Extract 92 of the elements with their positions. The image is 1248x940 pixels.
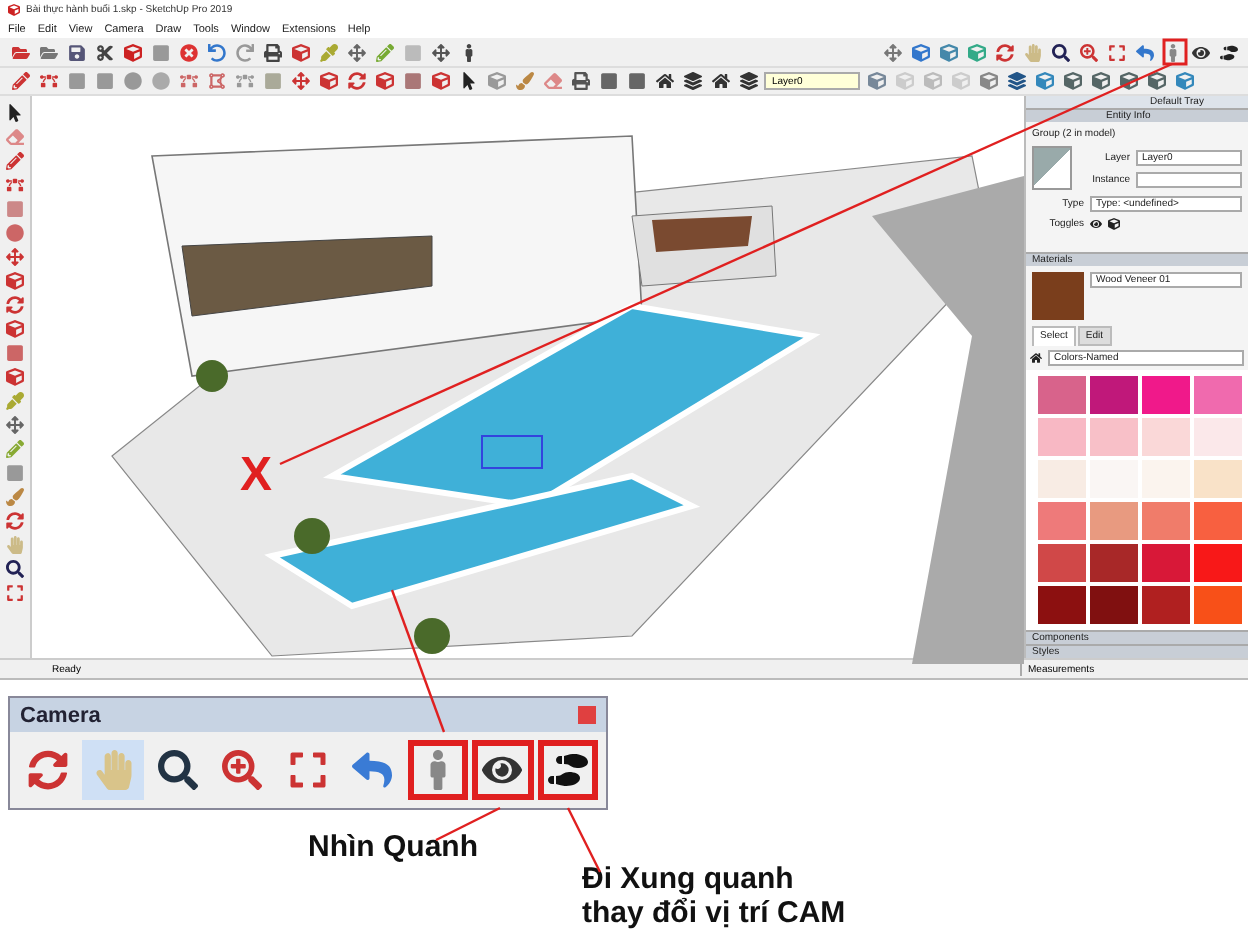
house-icon[interactable] bbox=[1030, 352, 1042, 364]
folder-icon[interactable] bbox=[39, 43, 57, 61]
toolbar-title: Camera bbox=[20, 703, 101, 727]
caption-text: Nhìn Quanh bbox=[308, 830, 478, 864]
color-swatch[interactable] bbox=[1142, 418, 1190, 456]
color-swatch[interactable] bbox=[1142, 586, 1190, 624]
square-icon[interactable] bbox=[6, 199, 24, 217]
color-swatch[interactable] bbox=[1038, 418, 1086, 456]
circle-icon[interactable] bbox=[123, 72, 141, 90]
printer-icon[interactable] bbox=[571, 72, 589, 90]
search-icon[interactable] bbox=[6, 559, 24, 577]
marker-label: X bbox=[240, 448, 273, 504]
eye-icon[interactable] bbox=[1191, 43, 1209, 61]
expand-icon[interactable] bbox=[1107, 43, 1125, 61]
save-icon[interactable] bbox=[67, 43, 85, 61]
camera-tool-button[interactable] bbox=[537, 740, 599, 800]
color-swatch[interactable] bbox=[1090, 376, 1138, 414]
redo-icon[interactable] bbox=[235, 43, 253, 61]
color-swatch[interactable] bbox=[1194, 586, 1242, 624]
instance-field[interactable] bbox=[1136, 171, 1242, 187]
color-swatch[interactable] bbox=[1038, 376, 1086, 414]
polygon-icon[interactable] bbox=[207, 72, 225, 90]
move-icon[interactable] bbox=[883, 43, 901, 61]
orbit-icon[interactable] bbox=[6, 511, 24, 529]
color-swatch[interactable] bbox=[1194, 460, 1242, 498]
search-icon bbox=[158, 750, 199, 790]
printer-icon[interactable] bbox=[263, 43, 281, 61]
layers-icon[interactable] bbox=[683, 72, 701, 90]
pointer-icon[interactable] bbox=[459, 72, 477, 90]
square-icon[interactable] bbox=[67, 72, 85, 90]
back-arrow-icon bbox=[352, 750, 393, 790]
orbit-icon bbox=[28, 750, 69, 790]
orbit-icon[interactable] bbox=[995, 43, 1013, 61]
pencil-icon[interactable] bbox=[11, 72, 29, 90]
eraser-icon[interactable] bbox=[6, 127, 24, 145]
color-swatch[interactable] bbox=[1142, 502, 1190, 540]
eye-icon[interactable] bbox=[1090, 218, 1102, 230]
camera-tool-button[interactable] bbox=[472, 740, 534, 800]
circle-icon[interactable] bbox=[151, 72, 169, 90]
zoom-window-icon bbox=[222, 750, 263, 790]
curve-icon[interactable] bbox=[39, 72, 57, 90]
search-icon[interactable] bbox=[1051, 43, 1069, 61]
house-icon[interactable] bbox=[655, 72, 673, 90]
color-swatch[interactable] bbox=[1194, 376, 1242, 414]
color-swatch[interactable] bbox=[1194, 502, 1242, 540]
color-swatch[interactable] bbox=[1038, 460, 1086, 498]
color-swatch[interactable] bbox=[1038, 502, 1086, 540]
footprints-icon[interactable] bbox=[1219, 43, 1237, 61]
scissors-icon[interactable] bbox=[95, 43, 113, 61]
folder-icon[interactable] bbox=[11, 43, 29, 61]
rotate-icon[interactable] bbox=[6, 295, 24, 313]
pencil-icon[interactable] bbox=[375, 43, 393, 61]
pencil-icon[interactable] bbox=[6, 151, 24, 169]
expand-icon[interactable] bbox=[6, 583, 24, 601]
highlight-frame bbox=[1162, 38, 1188, 66]
cube-icon[interactable] bbox=[1108, 218, 1120, 230]
layers-icon[interactable] bbox=[1007, 72, 1025, 90]
layers-icon[interactable] bbox=[739, 72, 757, 90]
zoom-window-icon[interactable] bbox=[1079, 43, 1097, 61]
pointer-icon[interactable] bbox=[6, 103, 24, 121]
color-swatch[interactable] bbox=[1142, 544, 1190, 582]
house-icon[interactable] bbox=[711, 72, 729, 90]
hand-icon bbox=[93, 750, 134, 790]
undo-icon[interactable] bbox=[207, 43, 225, 61]
component-icon[interactable] bbox=[487, 72, 505, 90]
expand-icon bbox=[287, 750, 328, 790]
rotate-icon[interactable] bbox=[347, 72, 365, 90]
footprints-icon bbox=[547, 750, 588, 790]
circle-icon[interactable] bbox=[6, 223, 24, 241]
app-icon bbox=[8, 4, 20, 16]
move-icon[interactable] bbox=[291, 72, 309, 90]
caption-text: thay đổi vị trí CAM bbox=[582, 896, 846, 930]
color-swatch[interactable] bbox=[1090, 418, 1138, 456]
color-swatch[interactable] bbox=[1090, 502, 1138, 540]
entity-preview bbox=[1032, 146, 1072, 190]
leader-line bbox=[390, 589, 446, 733]
paint-brush-icon[interactable] bbox=[515, 72, 533, 90]
back-arrow-icon[interactable] bbox=[1135, 43, 1153, 61]
color-swatch[interactable] bbox=[1090, 586, 1138, 624]
color-swatch[interactable] bbox=[1038, 586, 1086, 624]
caption-text: Đi Xung quanh bbox=[582, 862, 796, 896]
move-icon[interactable] bbox=[6, 247, 24, 265]
color-swatch[interactable] bbox=[1194, 544, 1242, 582]
color-swatch[interactable] bbox=[1090, 544, 1138, 582]
eraser-icon[interactable] bbox=[543, 72, 561, 90]
square-icon[interactable] bbox=[263, 72, 281, 90]
model-viewport[interactable]: X bbox=[32, 96, 1024, 658]
square-icon[interactable] bbox=[95, 72, 113, 90]
color-swatch[interactable] bbox=[1038, 544, 1086, 582]
paint-brush-icon[interactable] bbox=[6, 487, 24, 505]
material-preview bbox=[1032, 272, 1084, 320]
color-swatch[interactable] bbox=[1142, 376, 1190, 414]
